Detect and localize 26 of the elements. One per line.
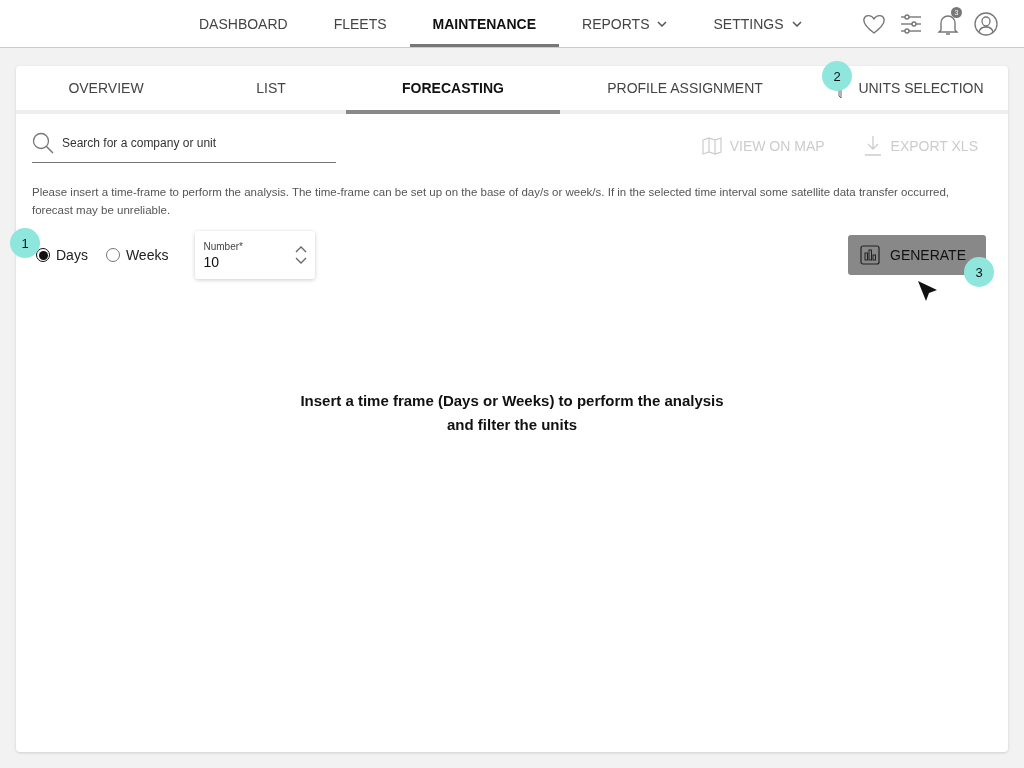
tab[interactable]: LIST (196, 66, 346, 114)
nav-item[interactable]: MAINTENANCE (409, 3, 560, 47)
radio-option[interactable]: Weeks (105, 247, 169, 263)
step-marker: 2 (822, 61, 852, 91)
chevron-down-icon[interactable] (295, 257, 308, 264)
empty-state-message: Insert a time frame (Days or Weeks) to perform the analysis and filter the units (299, 391, 725, 435)
sliders-icon[interactable] (900, 13, 922, 34)
number-field[interactable]: Number* 10 (195, 231, 316, 279)
nav-item[interactable]: REPORTS (559, 3, 691, 47)
cursor-icon (916, 279, 938, 303)
nav-item[interactable]: DASHBOARD (176, 3, 311, 47)
step-marker: 3 (964, 257, 994, 287)
tab[interactable]: OVERVIEW (16, 66, 196, 114)
search-icon (32, 132, 54, 154)
heart-icon[interactable] (862, 12, 886, 35)
nav-item[interactable]: SETTINGS (690, 3, 825, 47)
user-icon[interactable] (974, 11, 998, 36)
instruction-text: Please insert a time-frame to perform the analysis. The time-frame can be set up on the base of day/s or week/s. If in the selected time interval some satellite data transfer occurred, forecast may be unreliable. (32, 185, 951, 218)
bar-chart-icon (860, 245, 880, 265)
tab[interactable]: FORECASTING (346, 66, 560, 114)
map-icon (701, 136, 722, 156)
chevron-up-icon[interactable] (295, 246, 308, 253)
nav-item[interactable]: FLEETS (310, 3, 410, 47)
step-marker: 1 (10, 228, 40, 258)
tab[interactable]: PROFILE ASSIGNMENT (560, 66, 810, 114)
download-icon (862, 135, 883, 157)
